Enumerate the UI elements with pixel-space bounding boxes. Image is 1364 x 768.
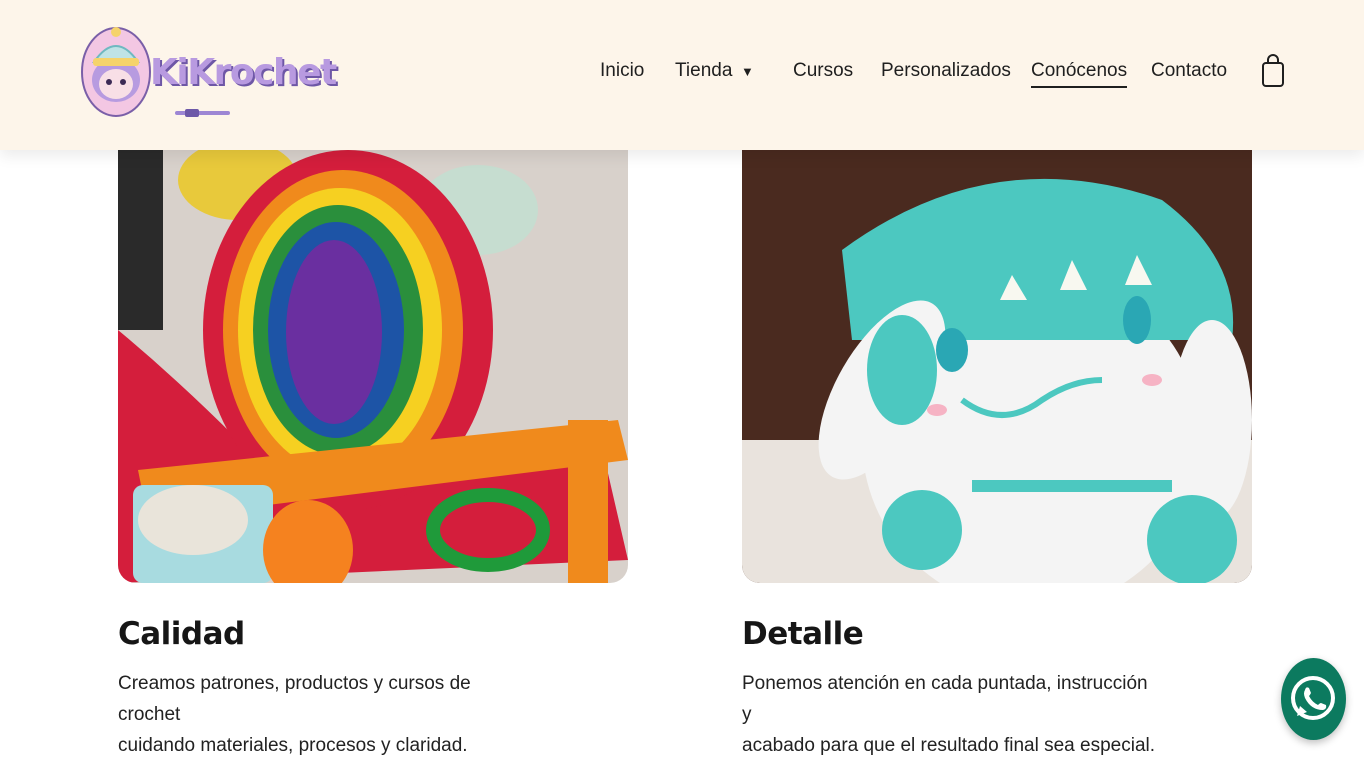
- card-title: Detalle: [742, 616, 864, 652]
- nav-cursos[interactable]: Cursos: [793, 60, 853, 82]
- whatsapp-button[interactable]: [1281, 658, 1346, 740]
- card-title: Calidad: [118, 616, 245, 652]
- teal-bunny-amigurumi-photo: [742, 140, 1252, 583]
- feature-card-detalle: Detalle Ponemos atención en cada puntada…: [742, 140, 1252, 756]
- card-description-line: cuidando materiales, procesos y claridad…: [118, 735, 468, 756]
- card-description-line: acabado para que el resultado final sea …: [742, 735, 1156, 756]
- whatsapp-icon: [1291, 676, 1335, 720]
- nav-tienda[interactable]: Tienda: [675, 60, 732, 82]
- card-description-line: Creamos patrones, productos y cursos de …: [118, 673, 471, 725]
- nav-inicio[interactable]: Inicio: [600, 60, 644, 82]
- card-description-line: Ponemos atención en cada puntada, instru…: [742, 673, 1148, 725]
- mascot-logo-icon: [81, 27, 151, 117]
- rainbow-crochet-piece-photo: [118, 140, 628, 583]
- nav-conocenos[interactable]: Conócenos: [1031, 60, 1128, 88]
- card-description: Ponemos atención en cada puntada, instru…: [742, 668, 1162, 761]
- caret-down-icon[interactable]: ▼: [741, 64, 754, 79]
- nav-contacto[interactable]: Contacto: [1151, 60, 1227, 82]
- logo-wordmark: KiKrochet: [150, 52, 337, 93]
- feature-card-calidad: Calidad Creamos patrones, productos y cu…: [118, 140, 628, 756]
- crochet-hook-icon: [175, 109, 230, 117]
- site-logo[interactable]: KiKrochet: [80, 22, 337, 122]
- card-description: Creamos patrones, productos y cursos de …: [118, 668, 538, 761]
- shopping-bag-icon[interactable]: [1260, 54, 1286, 88]
- nav-personalizados[interactable]: Personalizados: [881, 60, 1011, 82]
- site-header: KiKrochet Inicio Tienda ▼ Cursos Persona…: [0, 0, 1364, 150]
